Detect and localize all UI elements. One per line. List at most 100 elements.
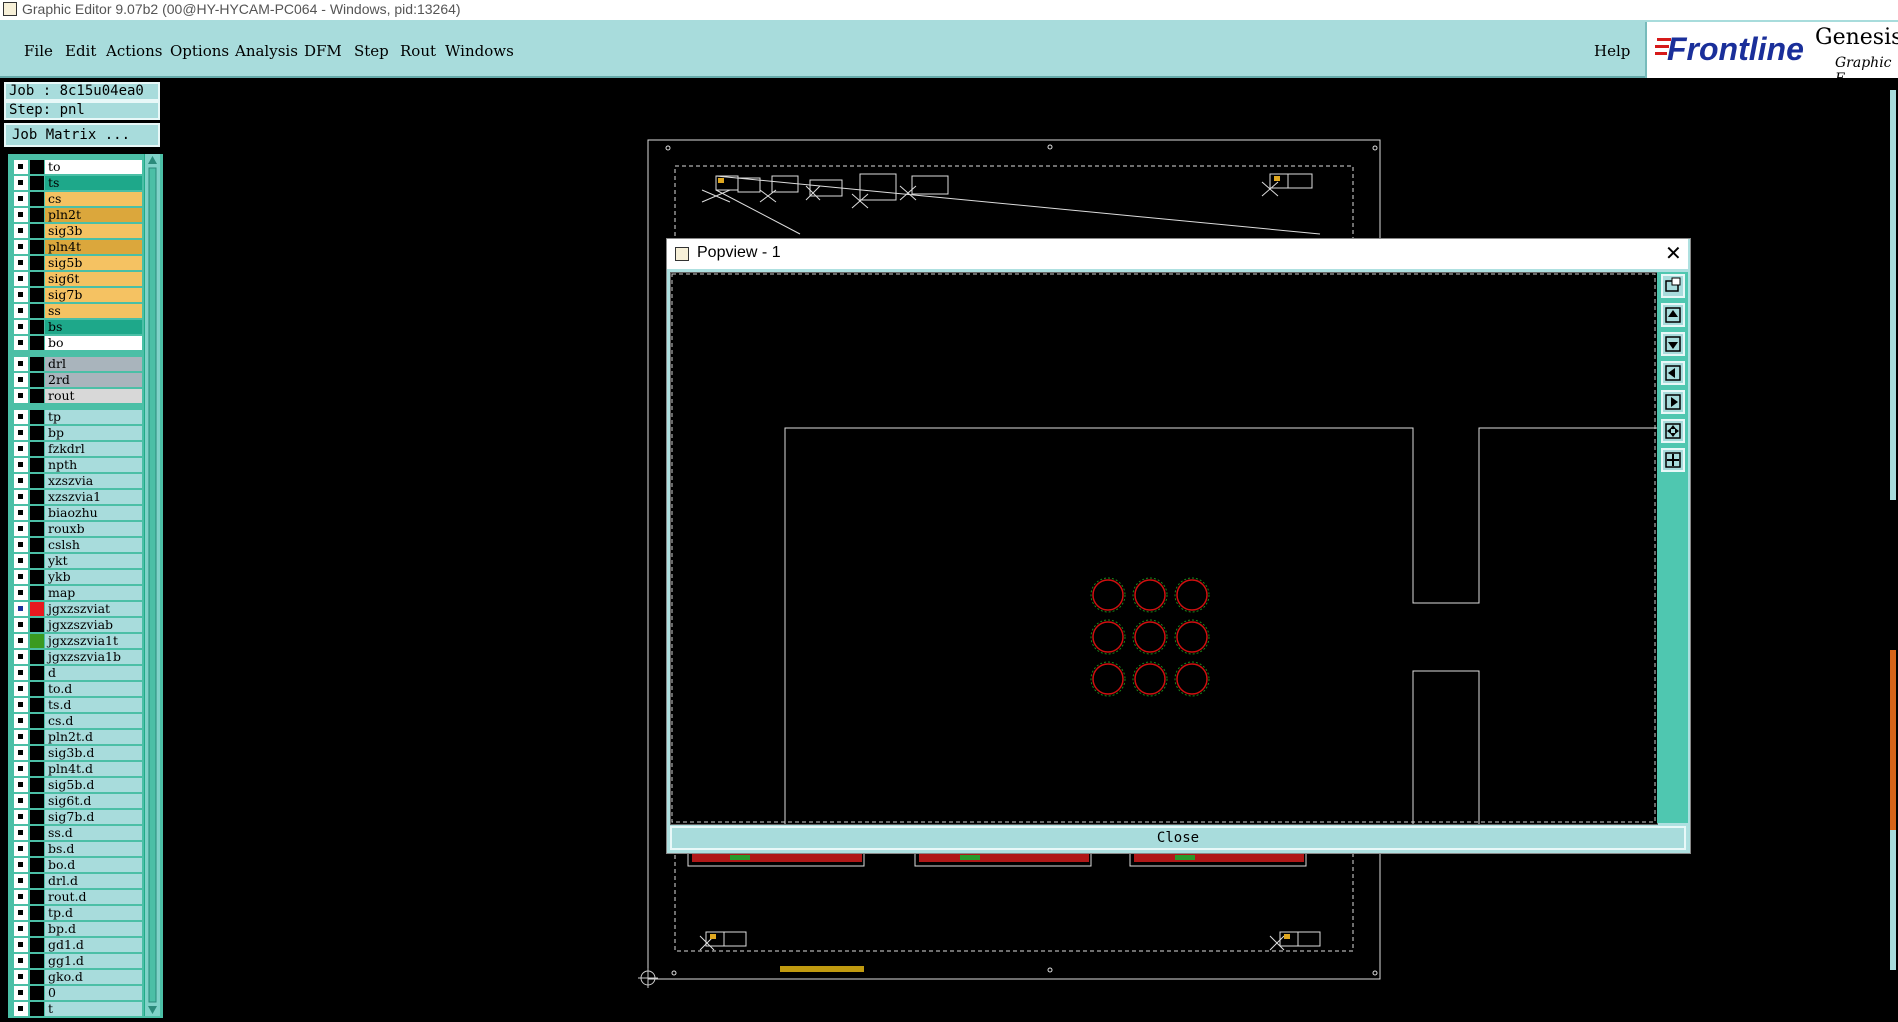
layer-checkbox[interactable]: [16, 540, 25, 549]
layer-checkbox[interactable]: [16, 524, 25, 533]
popview-canvas[interactable]: [670, 272, 1658, 825]
layer-color-swatch[interactable]: [30, 554, 44, 568]
layer-color-swatch[interactable]: [30, 1002, 44, 1016]
layer-checkbox[interactable]: [16, 162, 25, 171]
layer-color-swatch[interactable]: [30, 288, 44, 302]
layer-color-swatch[interactable]: [30, 794, 44, 808]
layer-name[interactable]: bp.d: [45, 922, 142, 936]
layer-color-swatch[interactable]: [30, 208, 44, 222]
layer-name[interactable]: sig3b.d: [45, 746, 142, 760]
job-matrix-button[interactable]: Job Matrix ...: [4, 123, 160, 147]
menu-rout[interactable]: Rout: [400, 42, 436, 60]
layer-checkbox[interactable]: [16, 716, 25, 725]
layer-color-swatch[interactable]: [30, 730, 44, 744]
layer-color-swatch[interactable]: [30, 778, 44, 792]
layer-color-swatch[interactable]: [30, 410, 44, 424]
layer-name[interactable]: bo: [45, 336, 142, 350]
zoom-home-icon[interactable]: [1661, 448, 1685, 472]
layer-checkbox[interactable]: [16, 572, 25, 581]
layer-color-swatch[interactable]: [30, 826, 44, 840]
layer-name[interactable]: 2rd: [45, 373, 142, 387]
layer-name[interactable]: ss.d: [45, 826, 142, 840]
layer-checkbox[interactable]: [16, 620, 25, 629]
layer-checkbox[interactable]: [16, 274, 25, 283]
layer-name[interactable]: ss: [45, 304, 142, 318]
layer-color-swatch[interactable]: [30, 666, 44, 680]
layer-row[interactable]: sig3b: [12, 224, 142, 239]
layer-checkbox[interactable]: [16, 732, 25, 741]
layer-name[interactable]: drl: [45, 357, 142, 371]
layer-checkbox[interactable]: [16, 258, 25, 267]
layer-checkbox[interactable]: [16, 210, 25, 219]
layer-name[interactable]: ykt: [45, 554, 142, 568]
layer-row[interactable]: pln4t: [12, 240, 142, 255]
layer-color-swatch[interactable]: [30, 426, 44, 440]
layer-name[interactable]: jgxzszvia1b: [45, 650, 142, 664]
layer-name[interactable]: rouxb: [45, 522, 142, 536]
layer-color-swatch[interactable]: [30, 634, 44, 648]
layer-name[interactable]: jgxzszvia1t: [45, 634, 142, 648]
layer-row[interactable]: jgxzszviab: [12, 618, 142, 633]
layer-color-swatch[interactable]: [30, 490, 44, 504]
layer-checkbox[interactable]: [16, 391, 25, 400]
layer-color-swatch[interactable]: [30, 618, 44, 632]
layer-row[interactable]: bp.d: [12, 922, 142, 937]
layer-color-swatch[interactable]: [30, 474, 44, 488]
layer-name[interactable]: pln4t: [45, 240, 142, 254]
layer-color-swatch[interactable]: [30, 602, 44, 616]
layer-checkbox[interactable]: [16, 588, 25, 597]
layer-row[interactable]: bs: [12, 320, 142, 335]
layer-name[interactable]: pln2t.d: [45, 730, 142, 744]
pan-up-icon[interactable]: [1661, 303, 1685, 327]
layer-row[interactable]: tp.d: [12, 906, 142, 921]
layer-checkbox[interactable]: [16, 1004, 25, 1013]
layer-row[interactable]: jgxzszvia1b: [12, 650, 142, 665]
layer-color-swatch[interactable]: [30, 458, 44, 472]
layer-color-swatch[interactable]: [30, 906, 44, 920]
layer-checkbox[interactable]: [16, 375, 25, 384]
layer-row[interactable]: bs.d: [12, 842, 142, 857]
layer-checkbox[interactable]: [16, 812, 25, 821]
layer-checkbox[interactable]: [16, 226, 25, 235]
layer-name[interactable]: ts: [45, 176, 142, 190]
layer-name[interactable]: sig6t: [45, 272, 142, 286]
layer-row[interactable]: ykb: [12, 570, 142, 585]
layer-row[interactable]: gko.d: [12, 970, 142, 985]
layer-checkbox[interactable]: [16, 956, 25, 965]
layer-row[interactable]: d: [12, 666, 142, 681]
layer-checkbox[interactable]: [16, 876, 25, 885]
layer-row[interactable]: sig5b: [12, 256, 142, 271]
layer-checkbox[interactable]: [16, 828, 25, 837]
layer-checkbox[interactable]: [16, 748, 25, 757]
layer-row[interactable]: drl: [12, 357, 142, 372]
layer-row[interactable]: 2rd: [12, 373, 142, 388]
layer-row[interactable]: gd1.d: [12, 938, 142, 953]
layer-checkbox[interactable]: [16, 860, 25, 869]
layer-name[interactable]: gd1.d: [45, 938, 142, 952]
layer-color-swatch[interactable]: [30, 240, 44, 254]
layer-color-swatch[interactable]: [30, 810, 44, 824]
layer-checkbox[interactable]: [16, 684, 25, 693]
layer-checkbox[interactable]: [16, 924, 25, 933]
layer-name[interactable]: d: [45, 666, 142, 680]
pan-down-icon[interactable]: [1661, 332, 1685, 356]
layer-name[interactable]: rout.d: [45, 890, 142, 904]
layer-color-swatch[interactable]: [30, 442, 44, 456]
layer-checkbox[interactable]: [16, 764, 25, 773]
menu-file[interactable]: File: [24, 42, 53, 60]
layer-name[interactable]: tp.d: [45, 906, 142, 920]
layer-checkbox[interactable]: [16, 412, 25, 421]
layer-name[interactable]: bo.d: [45, 858, 142, 872]
layer-name[interactable]: sig3b: [45, 224, 142, 238]
layer-checkbox[interactable]: [16, 780, 25, 789]
layer-checkbox[interactable]: [16, 492, 25, 501]
layer-name[interactable]: 0: [45, 986, 142, 1000]
layer-row[interactable]: sig6t: [12, 272, 142, 287]
zoom-window-icon[interactable]: [1661, 274, 1685, 298]
layer-row[interactable]: ts: [12, 176, 142, 191]
layer-row[interactable]: ts.d: [12, 698, 142, 713]
layer-checkbox[interactable]: [16, 668, 25, 677]
layer-name[interactable]: drl.d: [45, 874, 142, 888]
layer-row[interactable]: jgxzszviat: [12, 602, 142, 617]
layer-color-swatch[interactable]: [30, 874, 44, 888]
